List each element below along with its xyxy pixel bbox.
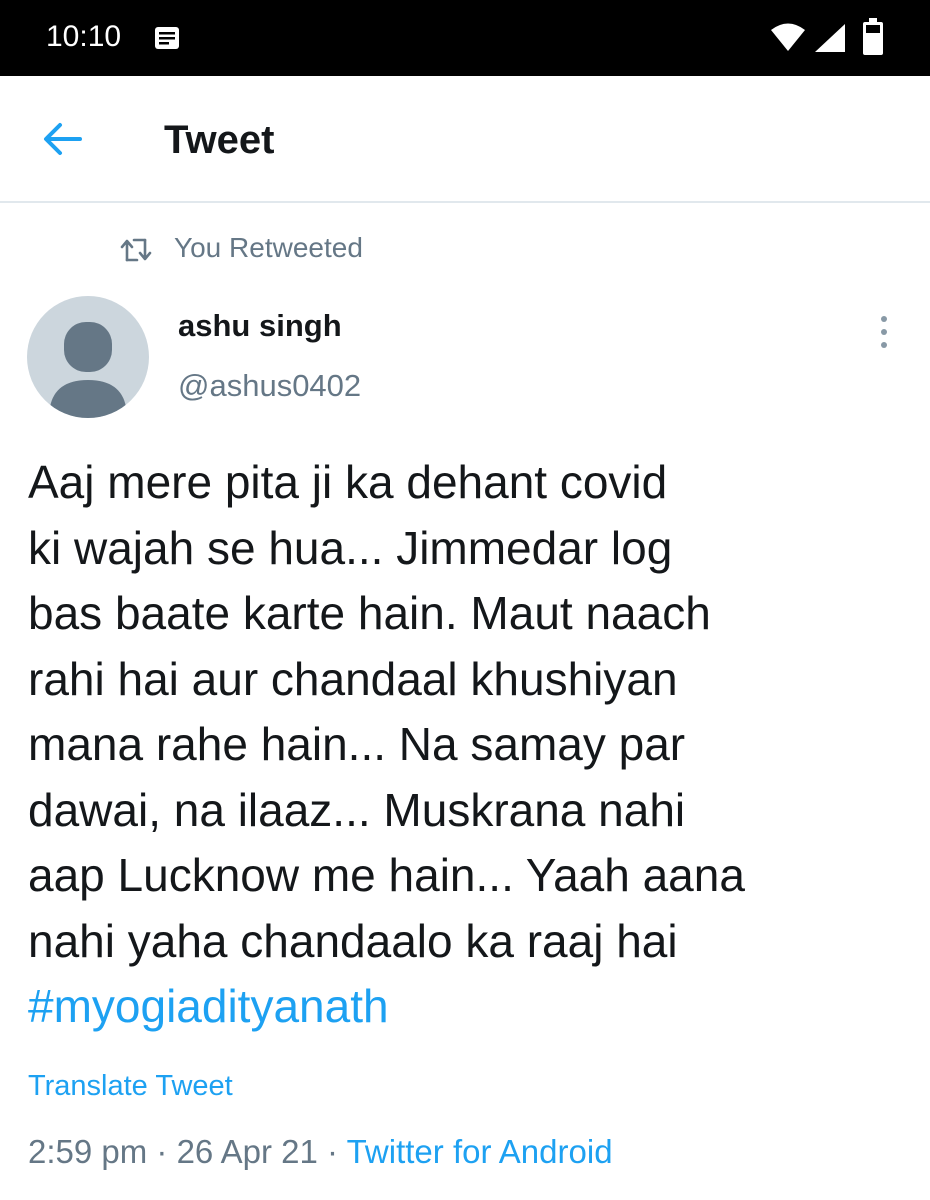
meta-separator: ·: [317, 1133, 347, 1170]
more-vertical-icon: [872, 316, 896, 354]
signal-icon: [813, 22, 847, 58]
tweet-meta: 2:59 pm · 26 Apr 21 · Twitter for Androi…: [28, 1133, 613, 1171]
hashtag-link[interactable]: #myogiadityanath: [28, 974, 908, 1040]
page-title: Tweet: [164, 118, 275, 162]
tweet-line: Aaj mere pita ji ka dehant covid: [28, 456, 668, 508]
author-handle[interactable]: @ashus0402: [178, 368, 361, 404]
tweet-text: Aaj mere pita ji ka dehant covid ki waja…: [28, 450, 908, 1040]
notification-icon: [154, 26, 180, 54]
meta-separator: ·: [147, 1133, 177, 1170]
status-time: 10:10: [46, 20, 122, 53]
tweet-line: mana rahe hain... Na samay par: [28, 718, 686, 770]
translate-tweet-link[interactable]: Translate Tweet: [28, 1070, 233, 1103]
more-options-button[interactable]: [872, 314, 896, 350]
status-bar: 10:10: [0, 0, 930, 76]
wifi-icon: [770, 22, 806, 56]
author-name[interactable]: ashu singh: [178, 308, 342, 344]
app-bar: Tweet: [0, 76, 930, 203]
default-avatar-icon: [27, 322, 149, 418]
tweet-date: 26 Apr 21: [176, 1133, 318, 1170]
tweet-line: ki wajah se hua... Jimmedar log: [28, 521, 673, 574]
tweet-line: aap Lucknow me hain... Yaah aana: [28, 849, 745, 901]
tweet-line: nahi yaha chandaalo ka raaj hai: [28, 914, 678, 967]
tweet-time: 2:59 pm: [28, 1133, 148, 1170]
tweet-line: bas baate karte hain. Maut naach: [28, 587, 711, 639]
tweet-source-link[interactable]: Twitter for Android: [347, 1133, 613, 1170]
tweet-line: rahi hai aur chandaal khushiyan: [28, 652, 678, 705]
tweet-line: dawai, na ilaaz... Muskrana nahi: [28, 783, 686, 836]
retweet-icon: [120, 236, 152, 268]
battery-icon: [862, 18, 884, 60]
avatar[interactable]: [27, 296, 149, 418]
retweet-label: You Retweeted: [174, 232, 363, 263]
arrow-left-icon: [40, 123, 86, 166]
back-button[interactable]: [40, 116, 86, 162]
